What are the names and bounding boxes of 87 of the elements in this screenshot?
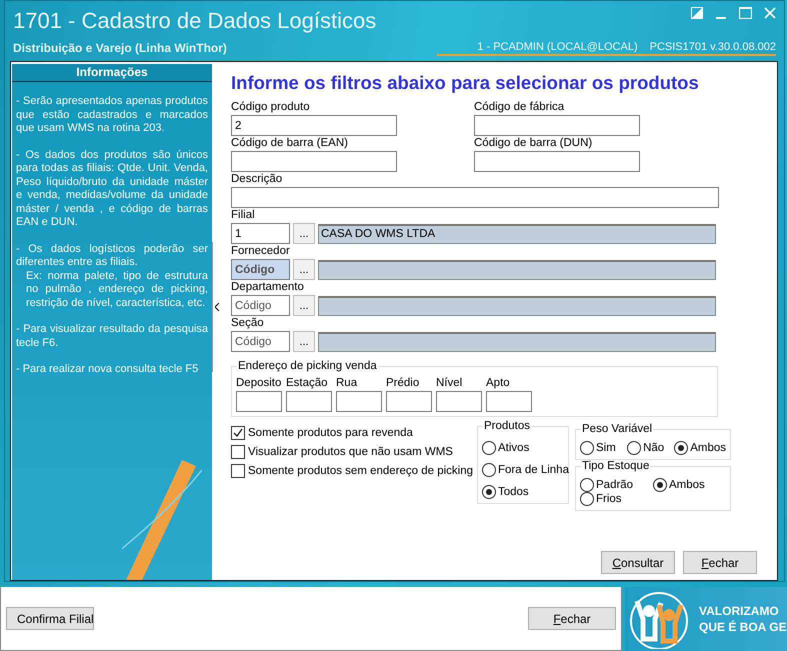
radio-option[interactable]: Ativos	[482, 441, 569, 455]
radio-option[interactable]: Padrão	[580, 478, 653, 492]
field-label: Prédio	[386, 376, 420, 391]
group-title: Tipo Estoque	[581, 460, 650, 472]
field-label: Código produto	[231, 100, 311, 115]
field-label: Rua	[336, 376, 358, 391]
version-label: PCSIS1701 v.30.0.08.002	[650, 41, 776, 53]
session-label: 1 - PCADMIN (LOCAL@LOCAL)	[477, 41, 638, 53]
input-field[interactable]	[474, 151, 640, 172]
checkbox-option[interactable]: Somente produtos para revenda	[231, 423, 471, 442]
field-label: Fornecedor	[231, 244, 291, 259]
splitter-handle[interactable]	[212, 242, 221, 372]
action-button[interactable]: Consultar	[601, 551, 675, 574]
field-label: Departamento	[231, 280, 305, 295]
info-text: - Para realizar nova consulta tecle F5	[15, 363, 200, 376]
people-logo-icon	[629, 589, 689, 649]
radio-option[interactable]: Ambos	[653, 478, 726, 492]
info-text: - Os dados logísticos poderão ser diferentes entre as filiais.	[15, 242, 209, 270]
field-label: Filial	[231, 208, 256, 223]
input-field[interactable]	[386, 391, 432, 412]
code-field[interactable]: 1	[231, 223, 290, 244]
group-title: Peso Variável	[581, 423, 654, 435]
radio-icon[interactable]	[580, 492, 594, 506]
banner-text: VALORIZAMO	[699, 603, 780, 619]
field-label: Código de barra (EAN)	[231, 136, 349, 151]
radio-icon[interactable]	[627, 441, 642, 455]
input-field[interactable]	[474, 115, 640, 136]
lookup-button[interactable]: ...	[293, 295, 315, 316]
info-text: Ex: norma palete, tipo de estrutura no pulmão , endereço de picking, restrição de nível, característica, etc.	[25, 270, 209, 310]
radio-option[interactable]: Ambos	[674, 441, 726, 455]
radio-icon[interactable]	[482, 463, 496, 477]
radio-icon[interactable]	[580, 441, 594, 455]
radio-option[interactable]: Frios	[580, 492, 653, 506]
action-button[interactable]: Fechar	[528, 607, 616, 630]
window-title: 1701 - Cadastro de Dados Logísticos	[13, 7, 376, 35]
field-label: Descrição	[231, 172, 284, 187]
banner-text: QUE É BOA GE	[699, 619, 787, 635]
info-text: - Para visualizar resultado da pesquisa tecle F6.	[15, 323, 209, 350]
field-label: Seção	[231, 316, 265, 331]
radio-option[interactable]: Sim	[580, 441, 628, 455]
checkbox-icon[interactable]	[231, 444, 245, 458]
group-title: Endereço de picking venda	[237, 360, 378, 372]
form-heading: Informe os filtros abaixo para selecionar os produtos	[231, 72, 700, 94]
code-field[interactable]: Código	[231, 331, 290, 352]
name-field: CASA DO WMS LTDA	[318, 224, 716, 244]
radio-option[interactable]: Não	[627, 441, 674, 455]
radio-icon[interactable]	[580, 478, 594, 492]
radio-option[interactable]: Todos	[482, 485, 569, 499]
input-field[interactable]	[231, 187, 719, 208]
action-button[interactable]: Fechar	[683, 551, 757, 574]
input-field[interactable]	[236, 391, 282, 412]
field-label: Apto	[486, 376, 511, 391]
input-field[interactable]	[231, 151, 397, 172]
code-field[interactable]: Código	[231, 295, 290, 316]
radio-icon[interactable]	[482, 485, 496, 499]
checkbox-icon[interactable]	[231, 464, 245, 478]
maximize-icon[interactable]	[739, 7, 752, 19]
close-icon[interactable]	[764, 7, 776, 19]
field-label: Código de barra (DUN)	[474, 136, 594, 151]
restore-icon[interactable]	[691, 7, 703, 19]
window-subtitle: Distribuição e Varejo (Linha WinThor)	[13, 41, 228, 55]
field-label: Nível	[436, 376, 464, 391]
panel-title: Informações	[12, 64, 212, 82]
radio-icon[interactable]	[653, 478, 667, 492]
field-label: Código de fábrica	[474, 100, 566, 115]
input-field[interactable]	[286, 391, 332, 412]
info-text: - Os dados dos produtos são únicos para todas as filiais: Qtde. Unit. Venda, Peso líquido/bruto da unidade máster e venda, medidas/volume da unidade máster / venda , e código de barras EAN e DUN.	[15, 148, 209, 230]
input-field[interactable]	[436, 391, 482, 412]
input-field[interactable]: 2	[231, 115, 397, 136]
radio-option[interactable]: Fora de Linha	[482, 463, 569, 477]
lookup-button[interactable]: ...	[293, 223, 315, 244]
info-text: - Serão apresentados apenas produtos que estão cadastrados e marcados que usam WMS na rotina 203.	[15, 95, 209, 136]
field-label: Deposito	[236, 376, 282, 391]
lookup-button[interactable]: ...	[293, 259, 315, 280]
input-field[interactable]	[486, 391, 532, 412]
code-field[interactable]: Código	[231, 259, 290, 280]
collapse-icon[interactable]	[214, 303, 220, 311]
action-button[interactable]: Confirma Filial	[6, 607, 94, 630]
group-title: Produtos	[483, 420, 532, 432]
input-field[interactable]	[336, 391, 382, 412]
radio-icon[interactable]	[482, 441, 496, 455]
checkbox-option[interactable]: Somente produtos sem endereço de picking	[231, 461, 471, 480]
radio-icon[interactable]	[674, 441, 688, 455]
field-label: Estação	[286, 376, 329, 391]
checkbox-option[interactable]: Visualizar produtos que não usam WMS	[231, 442, 471, 461]
lookup-button[interactable]: ...	[293, 331, 315, 352]
checkbox-icon[interactable]	[231, 426, 245, 440]
